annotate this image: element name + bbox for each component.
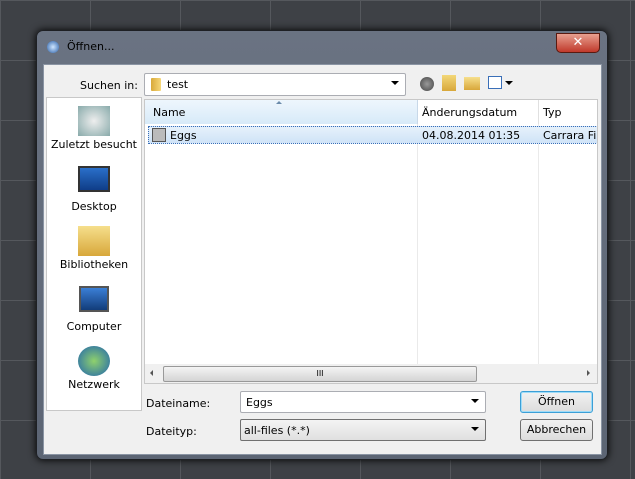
scrollbar-thumb[interactable]: III <box>163 366 477 382</box>
file-row[interactable]: Eggs 04.08.2014 01:35 Carrara Fil <box>148 126 598 144</box>
close-button[interactable]: ✕ <box>556 33 600 53</box>
file-type: Carrara Fil <box>543 129 598 142</box>
place-libraries[interactable]: Bibliotheken <box>47 222 141 282</box>
place-computer[interactable]: Computer <box>47 282 141 342</box>
column-label: Typ <box>543 106 562 119</box>
new-folder-icon[interactable] <box>464 77 480 90</box>
lookin-combo[interactable]: test <box>144 73 406 96</box>
filename-input[interactable]: Eggs <box>240 391 486 413</box>
filename-value: Eggs <box>246 396 273 409</box>
places-bar: Zuletzt besucht Desktop Bibliotheken Com… <box>46 97 142 411</box>
column-divider <box>538 124 539 364</box>
view-menu-icon[interactable] <box>488 76 502 89</box>
up-folder-icon[interactable] <box>442 75 456 91</box>
place-label: Netzwerk <box>68 378 120 391</box>
open-dialog: Öffnen... ✕ Suchen in: test Zuletzt besu… <box>36 30 608 460</box>
file-name: Eggs <box>170 129 197 142</box>
column-header-name[interactable]: Name <box>145 100 418 124</box>
desktop-icon <box>78 166 110 192</box>
recent-icon <box>78 106 110 136</box>
place-label: Bibliotheken <box>59 258 129 271</box>
place-label: Zuletzt besucht <box>50 138 137 151</box>
filetype-select[interactable]: all-files (*.*) <box>240 419 486 441</box>
dialog-title: Öffnen... <box>67 40 115 53</box>
dialog-client: Suchen in: test Zuletzt besucht Desktop … <box>43 64 602 455</box>
open-button[interactable]: Öffnen <box>520 391 593 413</box>
chevron-down-icon[interactable] <box>471 427 479 431</box>
scroll-right-icon[interactable] <box>587 370 590 376</box>
place-desktop[interactable]: Desktop <box>47 162 141 222</box>
scroll-left-icon[interactable] <box>150 370 153 376</box>
column-header-date[interactable]: Änderungsdatum <box>418 100 539 124</box>
computer-icon <box>79 286 109 312</box>
chevron-down-icon <box>391 81 399 85</box>
app-icon <box>47 41 59 53</box>
column-divider <box>417 124 418 364</box>
file-icon <box>152 128 166 142</box>
column-label: Name <box>153 106 186 119</box>
filetype-label: Dateityp: <box>146 425 197 438</box>
view-dropdown-icon[interactable] <box>505 81 513 85</box>
column-label: Änderungsdatum <box>422 106 518 119</box>
filename-label: Dateiname: <box>146 397 211 410</box>
lookin-label: Suchen in: <box>80 79 138 92</box>
sort-ascending-icon <box>276 101 282 104</box>
lookin-value: test <box>167 78 189 91</box>
file-list: Name Änderungsdatum Typ Eggs 04.08.2014 … <box>144 99 598 384</box>
horizontal-scrollbar[interactable]: III <box>145 364 597 383</box>
place-label: Desktop <box>71 200 117 213</box>
place-label: Computer <box>66 320 122 333</box>
folder-icon <box>151 78 161 91</box>
file-date: 04.08.2014 01:35 <box>422 129 521 142</box>
libraries-icon <box>78 226 110 256</box>
place-network[interactable]: Netzwerk <box>47 342 141 402</box>
filetype-value: all-files (*.*) <box>244 424 310 437</box>
cancel-button[interactable]: Abbrechen <box>520 419 593 441</box>
chevron-down-icon[interactable] <box>471 399 479 403</box>
back-icon[interactable] <box>420 77 434 91</box>
network-icon <box>78 346 110 376</box>
place-recent[interactable]: Zuletzt besucht <box>47 102 141 162</box>
column-header-type[interactable]: Typ <box>539 100 597 124</box>
